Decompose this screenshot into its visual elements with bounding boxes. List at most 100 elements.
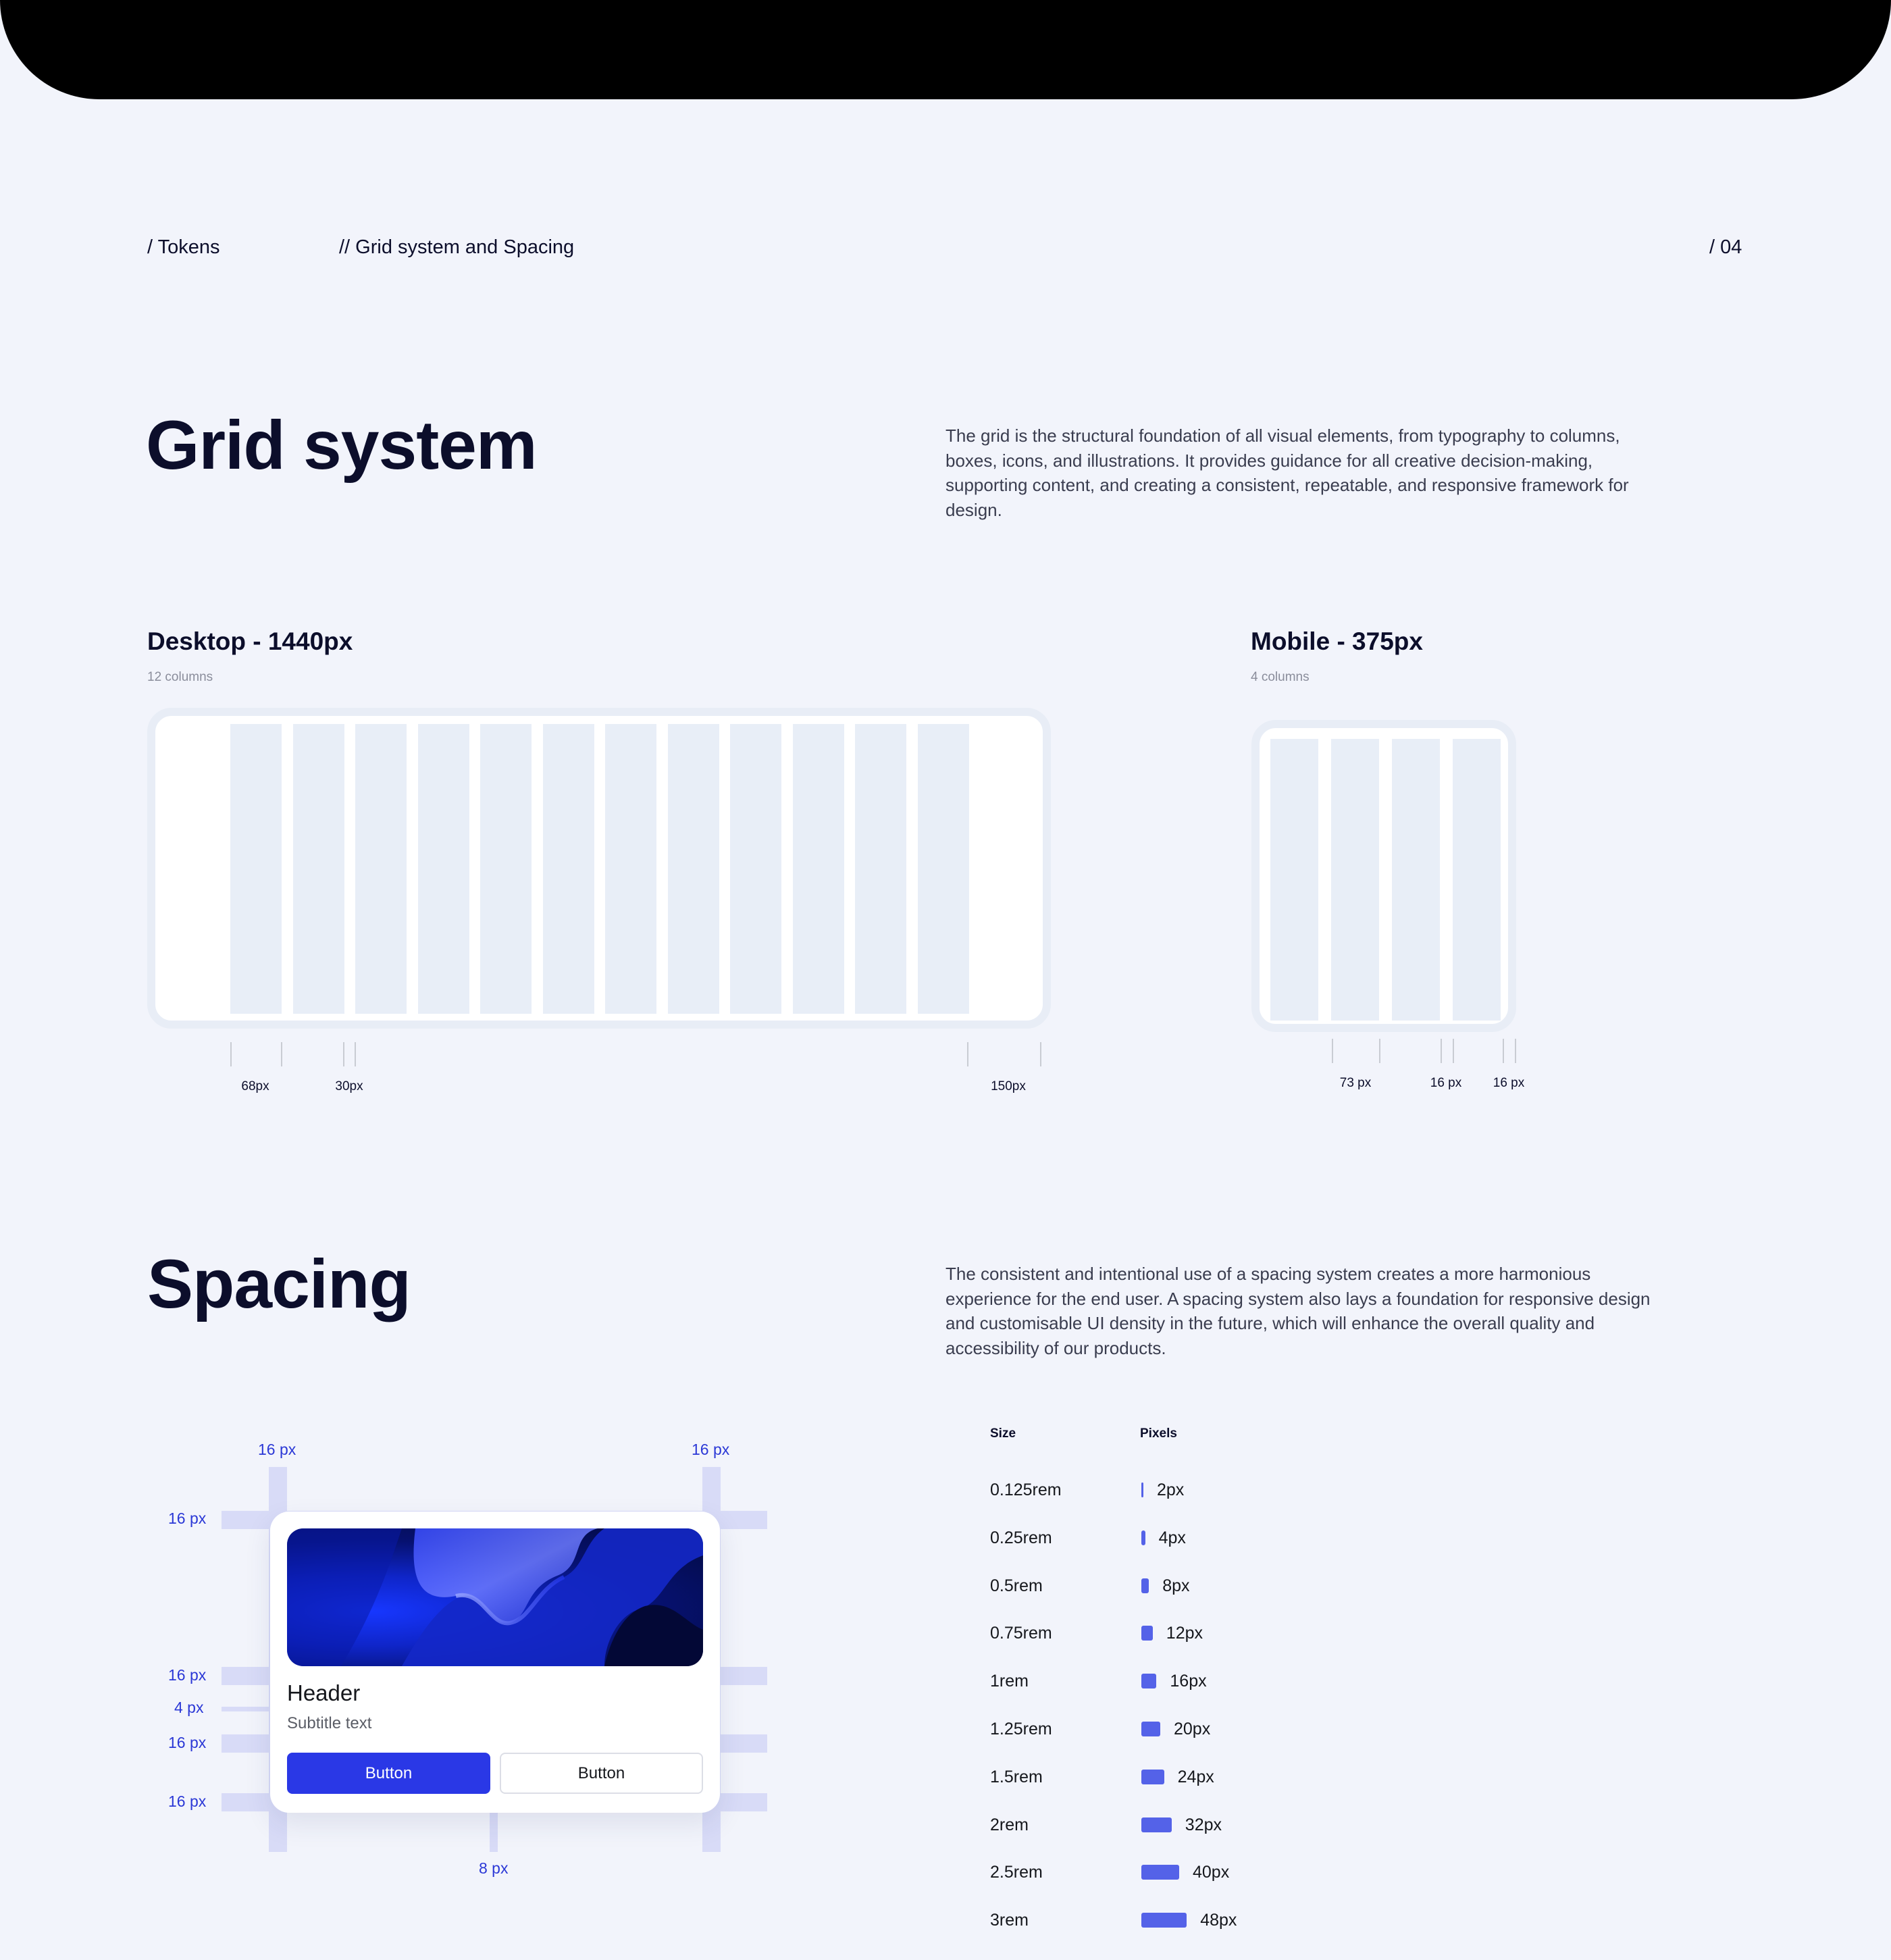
label-left-image: 16 px (168, 1666, 207, 1684)
spacing-size: 2.5rem (990, 1863, 1043, 1882)
desktop-grid-frame (147, 708, 1051, 1029)
spacing-title: Spacing (147, 1245, 411, 1322)
spacing-row: 1rem 16px (990, 1668, 1395, 1695)
desktop-grid-column (917, 724, 969, 1014)
mobile-grid-column (1392, 739, 1440, 1021)
spacing-pixels: 20px (1174, 1720, 1211, 1738)
desktop-grid-column (667, 724, 719, 1014)
measure-tick (967, 1042, 968, 1066)
spacing-size: 3rem (990, 1911, 1029, 1930)
spacing-size: 0.5rem (990, 1576, 1043, 1595)
mobile-grid-column (1331, 739, 1379, 1021)
label-top-right: 16 px (692, 1441, 730, 1458)
card-image (287, 1528, 703, 1666)
table-header-size: Size (990, 1426, 1016, 1441)
spacing-swatch (1141, 1865, 1179, 1880)
spacing-row: 0.5rem 8px (990, 1572, 1395, 1599)
mobile-grid-column (1453, 739, 1501, 1021)
abstract-wave-image (287, 1528, 703, 1666)
desktop-grid-column (480, 724, 532, 1014)
label-button-gap: 8 px (479, 1859, 509, 1877)
label-top-left: 16 px (258, 1441, 296, 1458)
secondary-button[interactable]: Button (500, 1753, 703, 1794)
spacing-size: 0.75rem (990, 1624, 1052, 1643)
mobile-columns-label: 4 columns (1251, 670, 1310, 684)
grid-system-description: The grid is the structural foundation of… (946, 425, 1629, 520)
table-header-pixels: Pixels (1140, 1426, 1177, 1441)
spacing-swatch (1141, 1913, 1187, 1928)
desktop-grid-column (230, 724, 282, 1014)
desktop-measure-label: 30px (335, 1079, 363, 1093)
spacing-row: 2rem 32px (990, 1811, 1395, 1838)
spacing-pixels: 48px (1200, 1911, 1237, 1930)
breadcrumb-section[interactable]: / Tokens (147, 236, 219, 259)
example-card: Header Subtitle text Button Button (270, 1512, 720, 1813)
desktop-grid-title: Desktop - 1440px (147, 627, 353, 655)
spacing-swatch (1141, 1674, 1157, 1689)
mobile-grid-column (1270, 739, 1318, 1021)
measure-tick (230, 1042, 232, 1066)
label-left-bottom: 16 px (168, 1793, 207, 1810)
card-header: Header (287, 1680, 361, 1705)
measure-tick (355, 1042, 356, 1066)
desktop-grid-column (417, 724, 469, 1014)
spacing-row: 0.125rem 2px (990, 1476, 1395, 1503)
spacing-pixels: 8px (1162, 1576, 1190, 1595)
desktop-grid-column (855, 724, 906, 1014)
page-number: / 04 (1709, 236, 1742, 258)
spacing-swatch (1141, 1530, 1145, 1545)
measure-tick (1453, 1039, 1454, 1063)
label-left-header: 4 px (174, 1699, 204, 1716)
desktop-grid-column (542, 724, 594, 1014)
desktop-grid-column (292, 724, 344, 1014)
desktop-grid-column (605, 724, 656, 1014)
primary-button[interactable]: Button (287, 1753, 490, 1794)
desktop-measure-label: 68px (241, 1079, 269, 1093)
desktop-grid-column (792, 724, 844, 1014)
measure-tick (1379, 1039, 1380, 1063)
grid-system-title: Grid system (146, 407, 538, 484)
spacing-row: 1.25rem 20px (990, 1716, 1395, 1743)
spacing-swatch (1141, 1769, 1164, 1784)
spacing-pixels: 4px (1158, 1528, 1186, 1547)
spacing-pixels: 12px (1166, 1624, 1203, 1643)
spacing-description: The consistent and intentional use of a … (946, 1264, 1651, 1358)
spacing-swatch (1141, 1578, 1149, 1593)
spacing-row: 1.5rem 24px (990, 1763, 1395, 1790)
spacing-size: 1.25rem (990, 1720, 1052, 1738)
breadcrumb-subsection[interactable]: // Grid system and Spacing (339, 236, 574, 259)
spacing-row: 0.75rem 12px (990, 1620, 1395, 1647)
guide-button-gap (490, 1813, 498, 1852)
desktop-measure-label: 150px (991, 1079, 1026, 1093)
spacing-pixels: 16px (1170, 1672, 1207, 1691)
spacing-size: 0.125rem (990, 1480, 1062, 1499)
mobile-measure-label: 16 px (1493, 1076, 1525, 1090)
measure-tick (1332, 1039, 1333, 1063)
mobile-grid-title: Mobile - 375px (1251, 627, 1423, 655)
spacing-size: 1.5rem (990, 1767, 1043, 1786)
measure-tick (1040, 1042, 1041, 1066)
spacing-swatch (1141, 1722, 1160, 1736)
spacing-swatch (1141, 1482, 1143, 1497)
measure-tick (1441, 1039, 1442, 1063)
measure-tick (1515, 1039, 1516, 1063)
spacing-pixels: 2px (1157, 1480, 1185, 1499)
spacing-row: 2.5rem 40px (990, 1859, 1395, 1886)
mobile-measure-label: 73 px (1339, 1076, 1372, 1090)
spacing-pixels: 24px (1177, 1767, 1214, 1786)
spacing-swatch (1141, 1626, 1153, 1641)
spacing-pixels: 32px (1185, 1815, 1222, 1834)
spacing-row: 0.25rem 4px (990, 1524, 1395, 1551)
spacing-size: 0.25rem (990, 1528, 1052, 1547)
spacing-size: 2rem (990, 1815, 1029, 1834)
measure-tick (343, 1042, 344, 1066)
spacing-row: 3rem 48px (990, 1907, 1395, 1934)
label-left-top: 16 px (168, 1510, 207, 1527)
spacing-size: 1rem (990, 1672, 1029, 1691)
spacing-pixels: 40px (1193, 1863, 1230, 1882)
top-banner (0, 0, 1891, 99)
mobile-grid-frame (1251, 720, 1516, 1032)
desktop-columns-label: 12 columns (147, 670, 213, 684)
desktop-grid-column (730, 724, 781, 1014)
card-subtitle: Subtitle text (287, 1714, 372, 1732)
